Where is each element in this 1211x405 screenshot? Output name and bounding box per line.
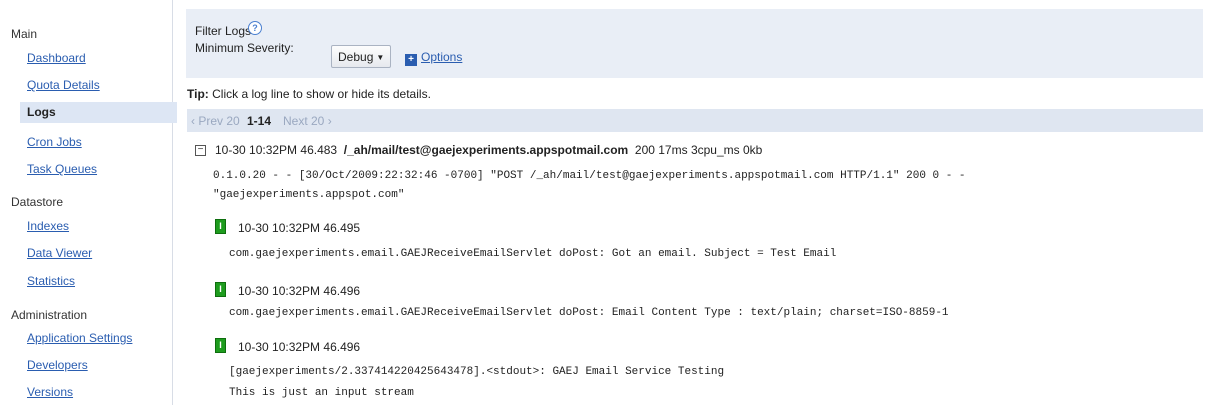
sidebar-item-dashboard[interactable]: Dashboard (27, 51, 86, 65)
sidebar-section-administration: Administration (11, 308, 88, 322)
log-entry-message: com.gaejexperiments.email.GAEJReceiveEma… (229, 248, 837, 260)
sidebar-nav: Main Dashboard Quota Details Logs Cron J… (0, 0, 177, 405)
page-range: 1-14 (247, 114, 272, 128)
options-link[interactable]: + Options (405, 50, 462, 66)
sidebar-item-logs[interactable]: Logs (20, 102, 177, 123)
log-entry-message: This is just an input stream (229, 387, 414, 399)
request-detail-line: 0.1.0.20 - - [30/Oct/2009:22:32:46 -0700… (213, 170, 966, 182)
next-page-link[interactable]: Next 20 › (283, 114, 332, 128)
sidebar-section-datastore: Datastore (11, 195, 64, 209)
filter-title: Filter Logs (195, 24, 252, 38)
tip-text: Tip: Click a log line to show or hide it… (187, 87, 431, 101)
filter-panel: Filter Logs ? Minimum Severity: Debug ▼ +… (186, 9, 1203, 78)
sidebar-item-cron-jobs[interactable]: Cron Jobs (27, 135, 82, 149)
sidebar-item-quota-details[interactable]: Quota Details (27, 78, 100, 92)
sidebar-section-main: Main (11, 27, 38, 41)
sidebar-item-task-queues[interactable]: Task Queues (27, 162, 97, 176)
log-entry-timestamp[interactable]: 10-30 10:32PM 46.495 (238, 221, 360, 235)
prev-page-link[interactable]: ‹ Prev 20 (191, 114, 240, 128)
request-timestamp: 10-30 10:32PM 46.483 (215, 143, 338, 157)
log-entry-timestamp[interactable]: 10-30 10:32PM 46.496 (238, 340, 360, 354)
sidebar-item-data-viewer[interactable]: Data Viewer (27, 246, 92, 260)
log-entry-message: [gaejexperiments/2.337414220425643478].<… (229, 366, 725, 378)
tip-prefix: Tip: (187, 87, 209, 101)
expand-plus-icon: + (405, 54, 417, 66)
collapse-minus-icon[interactable]: − (195, 145, 206, 156)
sidebar-item-developers[interactable]: Developers (27, 358, 88, 372)
info-severity-icon: I (215, 338, 226, 353)
severity-value: Debug (338, 50, 374, 64)
sidebar-item-statistics[interactable]: Statistics (27, 274, 75, 288)
sidebar-item-indexes[interactable]: Indexes (27, 219, 69, 233)
pagination-bar: ‹ Prev 20 1-14 Next 20 › (187, 109, 1203, 132)
log-request-header[interactable]: 10-30 10:32PM 46.483 /_ah/mail/test@gaej… (215, 143, 762, 157)
log-entry-timestamp[interactable]: 10-30 10:32PM 46.496 (238, 284, 360, 298)
sidebar-item-versions[interactable]: Versions (27, 385, 73, 399)
request-stats: 200 17ms 3cpu_ms 0kb (634, 143, 763, 157)
severity-label: Minimum Severity: (195, 41, 294, 55)
request-detail-line: "gaejexperiments.appspot.com" (213, 189, 405, 201)
severity-select[interactable]: Debug ▼ (331, 45, 391, 68)
options-label: Options (421, 50, 463, 64)
request-path: /_ah/mail/test@gaejexperiments.appspotma… (343, 143, 629, 157)
sidebar-item-application-settings[interactable]: Application Settings (27, 331, 132, 345)
log-entry-message: com.gaejexperiments.email.GAEJReceiveEma… (229, 307, 949, 319)
info-severity-icon: I (215, 219, 226, 234)
info-severity-icon: I (215, 282, 226, 297)
chevron-down-icon: ▼ (376, 53, 385, 62)
help-circle-icon[interactable]: ? (248, 21, 262, 35)
logs-main-panel: Filter Logs ? Minimum Severity: Debug ▼ +… (186, 0, 1211, 405)
tip-message: Click a log line to show or hide its det… (212, 87, 431, 101)
